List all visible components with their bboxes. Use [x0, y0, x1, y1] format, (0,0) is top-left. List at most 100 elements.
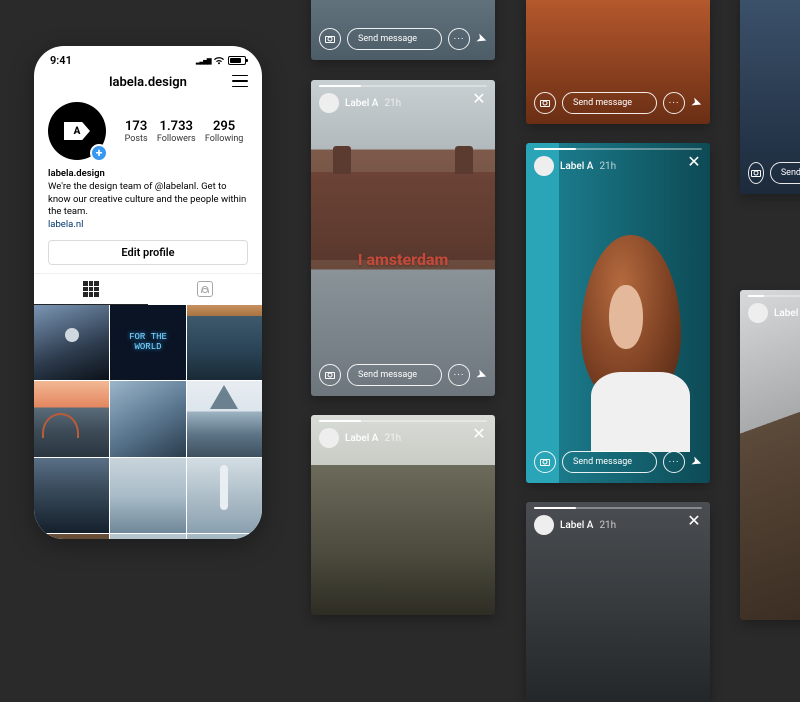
- profile-stats-row: A + 173 Posts 1.733 Followers 295 Follow…: [34, 98, 262, 168]
- bio-name: labela.design: [48, 168, 248, 181]
- camera-button[interactable]: [534, 92, 556, 114]
- close-icon[interactable]: ✕: [471, 426, 487, 442]
- stat-posts-label: Posts: [125, 134, 148, 144]
- close-icon[interactable]: ✕: [471, 91, 487, 107]
- camera-icon: [751, 170, 761, 177]
- signal-icon: [196, 56, 210, 65]
- story-progress: [534, 148, 702, 150]
- camera-icon: [540, 100, 550, 107]
- bio: labela.design We're the design team of @…: [34, 168, 262, 240]
- feed-tile[interactable]: [34, 381, 109, 456]
- story-age: 21h: [384, 433, 401, 444]
- story-progress: [748, 295, 800, 297]
- feed-grid: FOR THE WORLD: [34, 305, 262, 539]
- feed-tile[interactable]: [187, 458, 262, 533]
- story-username[interactable]: Label A: [560, 520, 593, 531]
- feed-tile[interactable]: FOR THE WORLD: [110, 305, 185, 380]
- send-message-input[interactable]: Send: [770, 162, 800, 184]
- story-card[interactable]: Label A: [740, 290, 800, 620]
- battery-icon: [228, 56, 246, 65]
- feed-tile[interactable]: [34, 458, 109, 533]
- status-time: 9:41: [50, 54, 72, 67]
- wifi-icon: [213, 56, 225, 65]
- edit-profile-button[interactable]: Edit profile: [48, 240, 248, 265]
- story-age: 21h: [384, 98, 401, 109]
- camera-button[interactable]: [534, 451, 556, 473]
- story-username[interactable]: Label A: [560, 161, 593, 172]
- story-card[interactable]: Label A 21h ✕ Send message ··· ➤: [526, 143, 710, 483]
- story-username[interactable]: Label A: [774, 308, 800, 319]
- story-card[interactable]: Send: [740, 0, 800, 194]
- bio-text: We're the design team of @labelanl. Get …: [48, 181, 246, 218]
- story-progress: [319, 420, 487, 422]
- stat-posts[interactable]: 173 Posts: [125, 119, 148, 144]
- stat-followers[interactable]: 1.733 Followers: [157, 119, 196, 144]
- story-avatar[interactable]: [748, 303, 768, 323]
- send-message-input[interactable]: Send message: [562, 92, 657, 114]
- camera-button[interactable]: [319, 28, 341, 50]
- send-message-input[interactable]: Send message: [562, 451, 657, 473]
- stat-posts-value: 173: [125, 119, 148, 134]
- avatar-wrap[interactable]: A +: [48, 102, 106, 160]
- story-card[interactable]: Send message ··· ➤: [526, 0, 710, 124]
- camera-button[interactable]: [748, 162, 764, 184]
- feed-tile[interactable]: [34, 534, 109, 539]
- story-card[interactable]: Label A 21h ✕: [311, 415, 495, 615]
- feed-tile[interactable]: [34, 305, 109, 380]
- story-age: 21h: [599, 520, 616, 531]
- story-card[interactable]: Label A 21h ✕: [526, 502, 710, 702]
- tab-tagged[interactable]: [148, 274, 262, 305]
- feed-tile[interactable]: [110, 534, 185, 539]
- story-card[interactable]: Label A 21h ✕ I amsterdam Send message ·…: [311, 80, 495, 396]
- story-progress: [319, 85, 487, 87]
- story-avatar[interactable]: [534, 156, 554, 176]
- more-button[interactable]: ···: [448, 28, 470, 50]
- feed-tile[interactable]: [187, 534, 262, 539]
- close-icon[interactable]: ✕: [686, 154, 702, 170]
- profile-username-title: labela.design: [109, 75, 187, 90]
- story-username[interactable]: Label A: [345, 98, 378, 109]
- story-age: 21h: [599, 161, 616, 172]
- more-button[interactable]: ···: [663, 92, 685, 114]
- bio-link[interactable]: labela.nl: [48, 219, 83, 230]
- feed-tile[interactable]: [187, 381, 262, 456]
- feed-tile[interactable]: [187, 305, 262, 380]
- send-icon[interactable]: ➤: [689, 453, 704, 471]
- more-button[interactable]: ···: [448, 364, 470, 386]
- stats: 173 Posts 1.733 Followers 295 Following: [120, 119, 248, 144]
- camera-button[interactable]: [319, 364, 341, 386]
- tagged-icon: [197, 281, 213, 297]
- close-icon[interactable]: ✕: [686, 513, 702, 529]
- story-caption: I amsterdam: [358, 250, 449, 269]
- stat-followers-value: 1.733: [157, 119, 196, 134]
- story-card[interactable]: Send message ··· ➤: [311, 0, 495, 60]
- send-icon[interactable]: ➤: [474, 366, 489, 384]
- story-avatar[interactable]: [534, 515, 554, 535]
- profile-phone: 9:41 labela.design A + 173 Posts 1.733 F…: [34, 46, 262, 539]
- grid-icon: [83, 281, 99, 297]
- stat-following-value: 295: [205, 119, 244, 134]
- feed-tile[interactable]: [110, 458, 185, 533]
- avatar-logo: A: [64, 122, 90, 140]
- send-icon[interactable]: ➤: [689, 94, 704, 112]
- send-message-input[interactable]: Send message: [347, 364, 442, 386]
- camera-icon: [540, 459, 550, 466]
- feed-tile-text: FOR THE WORLD: [129, 333, 167, 353]
- story-progress: [534, 507, 702, 509]
- story-avatar[interactable]: [319, 93, 339, 113]
- story-username[interactable]: Label A: [345, 433, 378, 444]
- camera-icon: [325, 372, 335, 379]
- camera-icon: [325, 36, 335, 43]
- add-story-badge[interactable]: +: [90, 144, 108, 162]
- stat-followers-label: Followers: [157, 134, 196, 144]
- send-icon[interactable]: ➤: [474, 30, 489, 48]
- send-message-input[interactable]: Send message: [347, 28, 442, 50]
- feed-tile[interactable]: [110, 381, 185, 456]
- status-bar: 9:41: [34, 46, 262, 69]
- menu-icon[interactable]: [232, 75, 248, 87]
- more-button[interactable]: ···: [663, 451, 685, 473]
- tab-grid[interactable]: [34, 274, 148, 305]
- stat-following[interactable]: 295 Following: [205, 119, 244, 144]
- story-avatar[interactable]: [319, 428, 339, 448]
- profile-tabs: [34, 273, 262, 305]
